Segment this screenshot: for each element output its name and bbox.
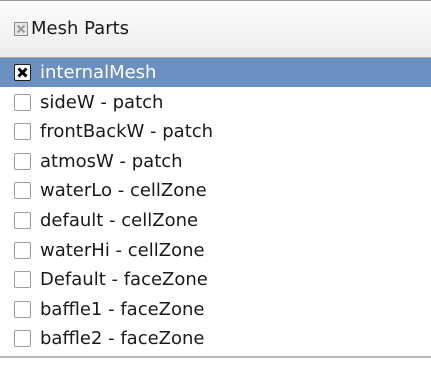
item-checkbox[interactable]: [14, 123, 31, 140]
item-checkbox[interactable]: [14, 153, 31, 170]
item-label: waterHi - cellZone: [40, 239, 205, 261]
item-checkbox[interactable]: [14, 212, 31, 229]
item-label: waterLo - cellZone: [40, 179, 207, 201]
item-checkbox[interactable]: [14, 64, 31, 81]
item-label: sideW - patch: [40, 91, 164, 113]
header-checkbox[interactable]: [14, 22, 28, 36]
list-item[interactable]: internalMesh: [0, 58, 431, 87]
item-label: baffle1 - faceZone: [40, 298, 205, 320]
item-label: frontBackW - patch: [40, 120, 214, 142]
list-item[interactable]: waterHi - cellZone: [0, 236, 431, 265]
item-checkbox[interactable]: [14, 330, 31, 347]
item-label: internalMesh: [40, 61, 157, 83]
header-title: Mesh Parts: [31, 18, 130, 39]
item-checkbox[interactable]: [14, 242, 31, 259]
list-item[interactable]: baffle2 - faceZone: [0, 324, 431, 353]
item-label: default - cellZone: [40, 209, 199, 231]
item-label: atmosW - patch: [40, 150, 183, 172]
list-item[interactable]: frontBackW - patch: [0, 117, 431, 146]
list-item[interactable]: Default - faceZone: [0, 265, 431, 294]
item-checkbox[interactable]: [14, 182, 31, 199]
list-bottom-border: [0, 356, 431, 358]
item-checkbox[interactable]: [14, 94, 31, 111]
item-label: baffle2 - faceZone: [40, 327, 205, 349]
item-checkbox[interactable]: [14, 271, 31, 288]
check-mark-icon: [17, 67, 28, 78]
mesh-parts-list: internalMesh sideW - patch frontBackW - pa…: [0, 58, 431, 354]
list-item[interactable]: waterLo - cellZone: [0, 176, 431, 205]
mesh-parts-panel: Mesh Parts internalMesh sideW - patch fron…: [0, 0, 431, 365]
item-label: Default - faceZone: [40, 268, 208, 290]
mesh-parts-header[interactable]: Mesh Parts: [0, 0, 431, 58]
list-item[interactable]: atmosW - patch: [0, 147, 431, 176]
partial-check-icon: [16, 24, 26, 34]
list-item[interactable]: default - cellZone: [0, 206, 431, 235]
list-item[interactable]: sideW - patch: [0, 88, 431, 117]
list-item[interactable]: baffle1 - faceZone: [0, 295, 431, 324]
item-checkbox[interactable]: [14, 301, 31, 318]
